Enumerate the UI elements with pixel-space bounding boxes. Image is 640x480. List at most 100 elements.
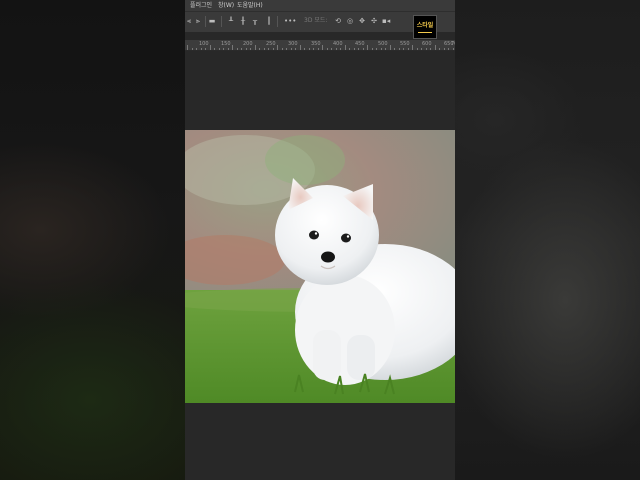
ruler-tick [371, 48, 373, 50]
3d-scale-icon[interactable]: ▪◂ [382, 17, 390, 25]
ruler-tick [331, 48, 332, 50]
puppy-photo-art [185, 130, 455, 403]
ruler-tick [272, 48, 274, 50]
menu-plugins[interactable]: 플러그인 [190, 0, 212, 11]
ruler-tick [209, 45, 211, 50]
ruler-tick [340, 48, 341, 50]
ruler-label: 300 [288, 41, 298, 47]
photoshop-window: 플러그인 창(W) 도움말(H) ⫷ ⫸ ▬ ╨ ╫ ╥ ║ ••• 3D 모드… [185, 0, 455, 480]
ruler-label: 550 [400, 41, 410, 47]
ruler-label: 450 [355, 41, 365, 47]
ruler-label: 400 [333, 41, 343, 47]
ruler-tick [223, 48, 224, 50]
ruler-tick [421, 48, 422, 50]
ruler-tick [250, 48, 251, 50]
blurred-background-left [0, 0, 185, 480]
distribute-top-icon[interactable]: ╨ [227, 17, 235, 25]
ruler-tick [376, 48, 377, 50]
ruler-tick [452, 48, 454, 50]
ruler-tick [196, 48, 197, 50]
ruler-label: 100 [199, 41, 209, 47]
ruler-tick [259, 48, 260, 50]
separator [205, 16, 206, 27]
ruler-tick [214, 48, 215, 50]
ruler-tick [317, 48, 319, 50]
ruler-tick [218, 48, 220, 50]
ruler-tick [394, 48, 395, 50]
ruler-tick [236, 48, 238, 50]
ruler-tick [241, 48, 242, 50]
channel-logo: 스타일 [413, 15, 437, 39]
ruler-tick [290, 48, 292, 50]
ruler-tick [299, 45, 301, 50]
ruler-tick [254, 45, 256, 50]
distribute-bottom-icon[interactable]: ╥ [251, 17, 259, 25]
ruler-tick [295, 48, 296, 50]
ruler-label: 200 [243, 41, 253, 47]
ruler-tick [403, 48, 404, 50]
3d-pan-icon[interactable]: ✥ [358, 17, 366, 25]
ruler-tick [353, 48, 355, 50]
ruler-tick [304, 48, 305, 50]
ruler-tick [205, 48, 206, 50]
logo-underline [418, 32, 432, 33]
ruler-tick [362, 48, 364, 50]
ruler-tick [389, 45, 391, 50]
3d-orbit-icon[interactable]: ⟲ [334, 17, 342, 25]
ruler-tick [349, 48, 350, 50]
ruler-label: 70 [451, 41, 455, 47]
logo-text: 스타일 [416, 22, 434, 29]
ruler-tick [407, 48, 409, 50]
blurred-background-right [455, 0, 640, 480]
more-options-button[interactable]: ••• [284, 17, 296, 25]
ruler-tick [313, 48, 314, 50]
ruler-tick [286, 48, 287, 50]
menu-window[interactable]: 창(W) [218, 0, 234, 11]
ruler-tick [398, 48, 400, 50]
ruler-tick [430, 48, 431, 50]
ruler-tick [308, 48, 310, 50]
3d-mode-label: 3D 모드: [304, 17, 328, 24]
ruler-tick [191, 48, 193, 50]
menu-help[interactable]: 도움말(H) [237, 0, 263, 11]
ruler-tick [263, 48, 265, 50]
ruler-tick [443, 48, 445, 50]
ruler-tick [200, 48, 202, 50]
ruler-label: 250 [266, 41, 276, 47]
ruler-tick [385, 48, 386, 50]
distribute-vertical-center-icon[interactable]: ╫ [239, 17, 247, 25]
canvas-photo[interactable] [185, 130, 455, 403]
distribute-horizontal-icon[interactable]: ║ [265, 17, 273, 25]
ruler-label: 350 [311, 41, 321, 47]
align-left-edges-icon[interactable]: ⫷ [185, 17, 193, 25]
align-horizontal-centers-icon[interactable]: ▬ [208, 17, 216, 25]
ruler-label: 500 [378, 41, 388, 47]
ruler-tick [232, 45, 233, 50]
ruler-tick [245, 48, 247, 50]
ruler-tick [412, 45, 413, 50]
ruler-label: 600 [422, 41, 432, 47]
ruler-tick [358, 48, 359, 50]
ruler-tick [448, 48, 449, 50]
menu-bar: 플러그인 창(W) 도움말(H) [185, 0, 455, 11]
3d-roll-icon[interactable]: ◎ [346, 17, 354, 25]
ruler-tick [268, 48, 269, 50]
horizontal-ruler[interactable]: 100 150 200 250 300 350 400 450 500 550 … [185, 40, 455, 51]
ruler-tick [425, 48, 427, 50]
ruler-tick [434, 45, 436, 50]
ruler-tick [439, 48, 440, 50]
ruler-tick [281, 48, 283, 50]
ruler-tick [227, 48, 229, 50]
ruler-tick [416, 48, 418, 50]
ruler-tick [187, 45, 188, 50]
separator [277, 16, 278, 27]
ruler-tick [277, 45, 278, 50]
ruler-tick [367, 45, 368, 50]
ruler-label: 150 [221, 41, 231, 47]
ruler-tick [335, 48, 337, 50]
align-right-icon[interactable]: ⫸ [194, 17, 202, 25]
ruler-tick [344, 45, 346, 50]
3d-slide-icon[interactable]: ✣ [370, 17, 378, 25]
separator [221, 16, 222, 27]
ruler-tick [322, 45, 323, 50]
